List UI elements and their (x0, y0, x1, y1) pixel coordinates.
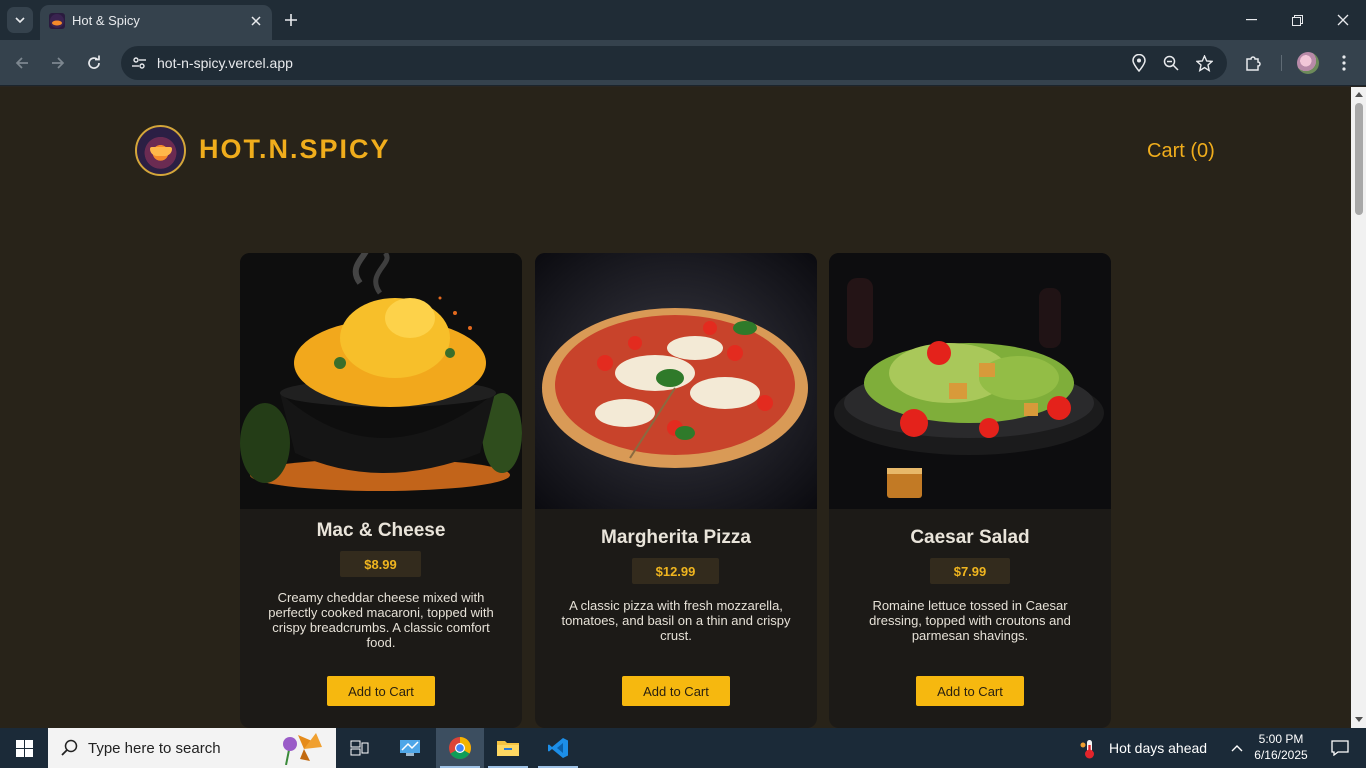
menu-item-title: Mac & Cheese (316, 520, 446, 541)
close-tab-icon[interactable] (248, 13, 264, 29)
windows-taskbar: Type here to search Hot days ahead 5:00 … (0, 728, 1366, 768)
location-pin-icon[interactable] (1129, 53, 1149, 73)
clock-date: 6/16/2025 (1254, 748, 1308, 762)
reload-icon[interactable] (82, 51, 106, 75)
site-info-icon[interactable] (127, 51, 151, 75)
page-scrollbar[interactable] (1351, 87, 1366, 728)
scroll-thumb[interactable] (1355, 103, 1363, 215)
margherita-pizza-image (535, 253, 817, 509)
search-icon (61, 739, 78, 756)
menu-card-mac-cheese: Mac & Cheese $8.99 Creamy cheddar cheese… (240, 253, 522, 728)
menu-item-price: $8.99 (340, 551, 421, 577)
toolbar-divider (1281, 55, 1282, 71)
close-window-icon[interactable] (1320, 0, 1366, 40)
notifications-icon[interactable] (1316, 728, 1364, 768)
vscode-taskbar-icon[interactable] (534, 728, 582, 768)
mac-cheese-image (240, 253, 522, 509)
search-placeholder: Type here to search (88, 740, 221, 757)
tab-search-button[interactable] (7, 7, 33, 33)
new-tab-plus-icon[interactable] (281, 10, 301, 30)
system-clock[interactable]: 5:00 PM 6/16/2025 (1250, 731, 1312, 763)
site-favicon-icon (49, 13, 65, 29)
restore-window-icon[interactable] (1274, 0, 1320, 40)
caesar-salad-image (829, 253, 1111, 509)
chrome-taskbar-icon[interactable] (436, 728, 484, 768)
bookmark-star-icon[interactable] (1194, 53, 1214, 73)
menu-card-caesar-salad: Caesar Salad $7.99 Romaine lettuce tosse… (829, 253, 1111, 728)
weather-status[interactable]: Hot days ahead (1109, 740, 1207, 756)
desktop-app-icon[interactable] (386, 728, 434, 768)
butterfly-flower-icon (283, 733, 322, 765)
menu-card-margherita-pizza: Margherita Pizza $12.99 A classic pizza … (535, 253, 817, 728)
browser-tab-strip: Hot & Spicy (0, 0, 1366, 40)
active-tab[interactable]: Hot & Spicy (40, 5, 272, 40)
task-view-icon[interactable] (336, 728, 384, 768)
clock-time: 5:00 PM (1258, 732, 1304, 746)
url-text[interactable]: hot-n-spicy.vercel.app (157, 55, 293, 71)
taskbar-search-box[interactable]: Type here to search (48, 728, 336, 768)
more-menu-icon[interactable] (1333, 52, 1355, 74)
scroll-up-arrow-icon[interactable] (1354, 90, 1363, 99)
menu-item-title: Margherita Pizza (601, 527, 751, 548)
menu-item-description: A classic pizza with fresh mozzarella, t… (561, 598, 791, 643)
chevron-up-icon[interactable] (1224, 728, 1250, 768)
file-explorer-icon[interactable] (484, 728, 532, 768)
browser-toolbar: hot-n-spicy.vercel.app (0, 40, 1366, 86)
add-to-cart-button[interactable]: Add to Cart (622, 676, 730, 706)
page-content: HOT.N.SPICY Cart (0) Mac & Cheese $8.99 … (0, 87, 1351, 728)
forward-arrow-icon[interactable] (46, 51, 70, 75)
windows-start-icon[interactable] (0, 728, 48, 768)
menu-item-title: Caesar Salad (910, 527, 1030, 548)
menu-item-price: $7.99 (930, 558, 1010, 584)
brand-logo[interactable] (135, 125, 186, 176)
zoom-icon[interactable] (1161, 53, 1181, 73)
cart-link[interactable]: Cart (0) (1147, 140, 1215, 163)
add-to-cart-button[interactable]: Add to Cart (916, 676, 1024, 706)
tab-title: Hot & Spicy (72, 13, 140, 28)
menu-item-price: $12.99 (632, 558, 719, 584)
thermometer-icon[interactable] (1078, 738, 1100, 760)
extensions-puzzle-icon[interactable] (1243, 52, 1265, 74)
menu-item-description: Romaine lettuce tossed in Caesar dressin… (869, 598, 1071, 643)
profile-avatar[interactable] (1297, 52, 1319, 74)
brand-name[interactable]: HOT.N.SPICY (199, 134, 391, 165)
address-bar[interactable]: hot-n-spicy.vercel.app (121, 46, 1227, 80)
scroll-down-arrow-icon[interactable] (1354, 715, 1363, 724)
logo-bowl-icon (150, 147, 172, 156)
menu-item-description: Creamy cheddar cheese mixed with perfect… (268, 590, 494, 650)
minimize-window-icon[interactable] (1228, 0, 1274, 40)
add-to-cart-button[interactable]: Add to Cart (327, 676, 435, 706)
chevron-down-icon (15, 17, 25, 24)
back-arrow-icon[interactable] (10, 51, 34, 75)
